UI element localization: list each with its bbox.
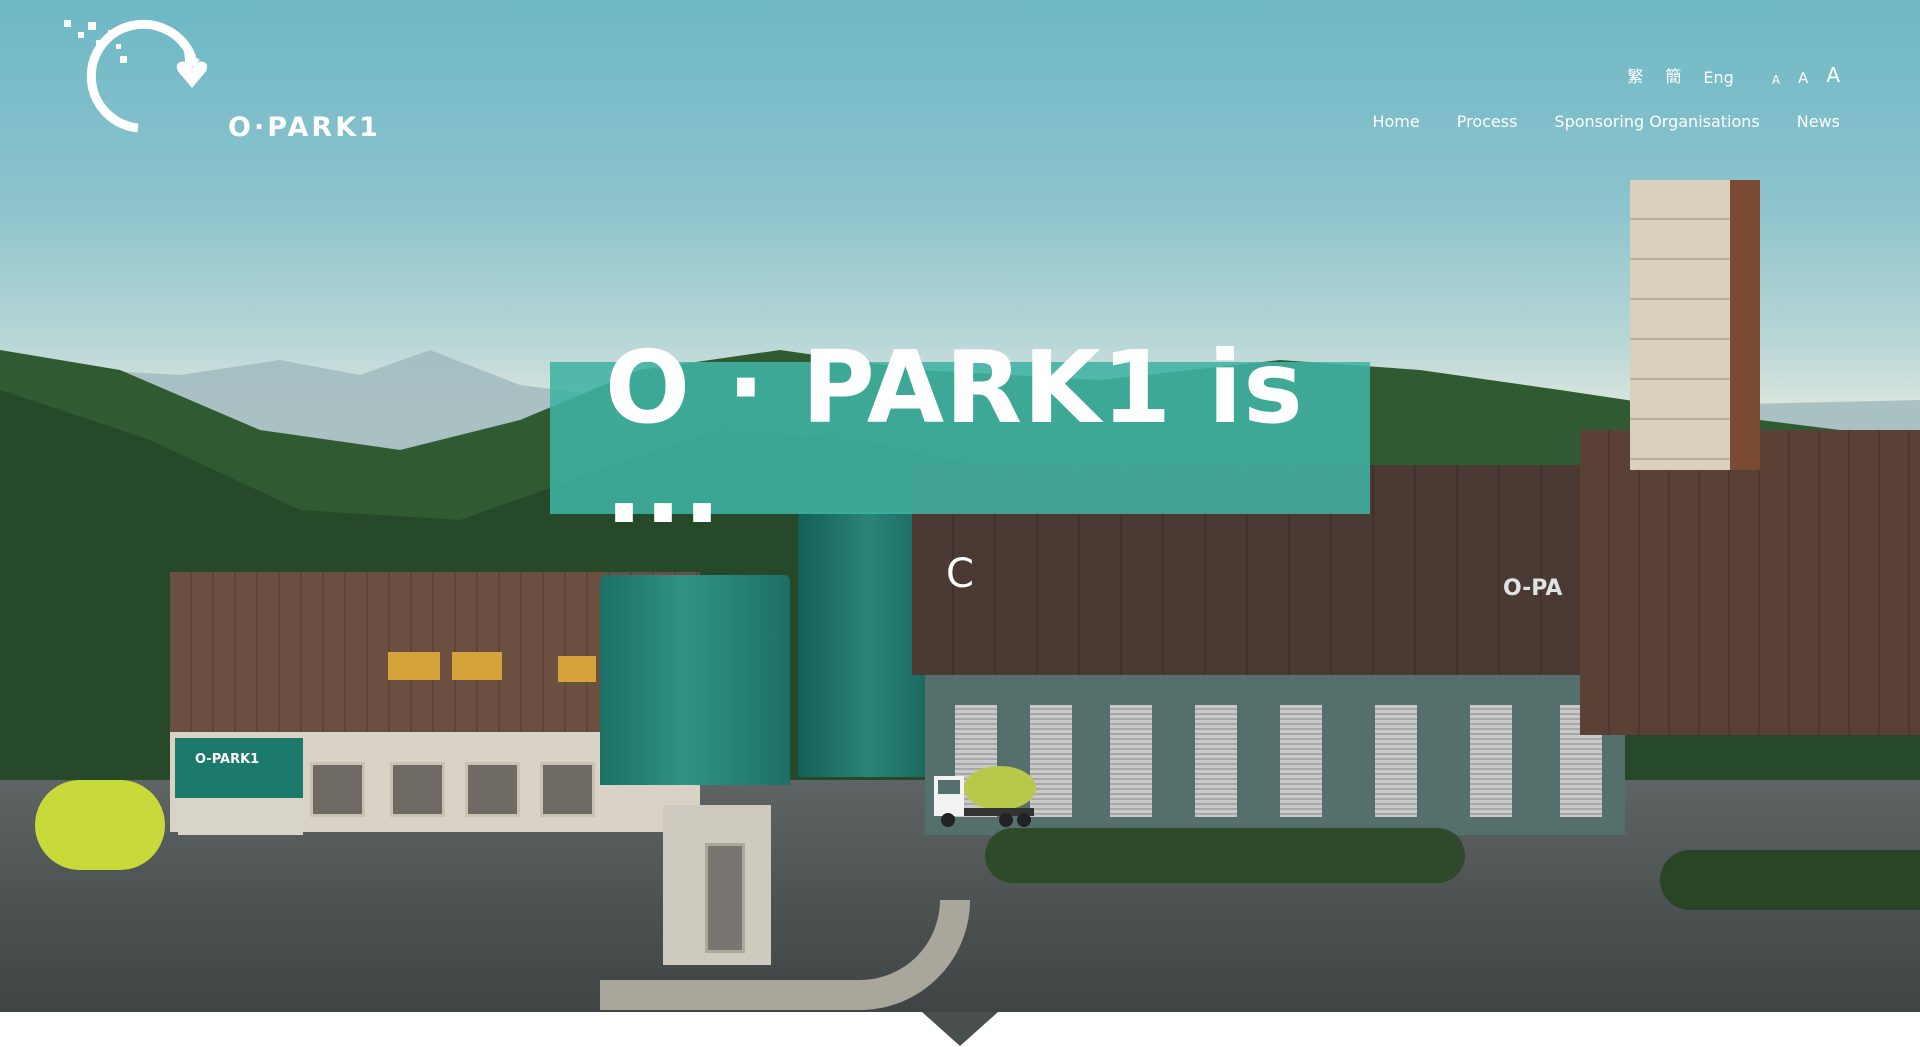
guard-logo: O-PARK1 [195,752,260,767]
logo-text: O·PARK1 [228,112,381,143]
walkway [600,900,970,1010]
door [540,762,595,817]
building-logo: O-PA [1503,576,1563,601]
chevron-down-icon[interactable] [922,1012,998,1046]
shutter-door [1375,705,1417,817]
guard-house-sign: O-PARK1 [175,738,303,798]
lang-simplified-chinese[interactable]: 簡 [1665,63,1681,87]
site-logo[interactable]: O·PARK1 [60,16,378,143]
right-building [1580,430,1920,735]
window [558,656,596,682]
lorry [934,766,1036,827]
lang-english[interactable]: Eng [1703,68,1733,87]
door [390,762,445,817]
booth [663,805,771,965]
nav-home[interactable]: Home [1372,112,1419,131]
shutter-door [1030,705,1072,817]
nav-process[interactable]: Process [1457,112,1518,131]
nav-sponsoring-organisations[interactable]: Sponsoring Organisations [1554,112,1759,131]
shutter-door [1470,705,1512,817]
booth-door [705,843,745,953]
font-size-large-button[interactable]: A [1826,63,1840,87]
window [452,652,502,680]
door [310,762,365,817]
nav-news[interactable]: News [1797,112,1840,131]
tower [1630,180,1760,470]
hedge [1660,850,1920,910]
headline-banner: O · PARK1 is ... [550,338,1370,538]
font-size-controls: A A A [1754,63,1840,87]
main-nav: Home Process Sponsoring Organisations Ne… [1335,112,1840,131]
digester-tank [600,575,790,785]
hedge [985,828,1465,883]
door [465,762,520,817]
lang-traditional-chinese[interactable]: 繁 [1627,63,1643,87]
shutter-door [1110,705,1152,817]
font-size-small-button[interactable]: A [1772,73,1780,87]
shutter-door [1195,705,1237,817]
typed-text: C [946,551,974,597]
utility-bar: 繁 簡 Eng A A A [1605,63,1840,87]
shutter-door [1280,705,1322,817]
headline: O · PARK1 is ... [605,329,1304,546]
window [388,652,440,680]
tanker-truck [35,780,165,870]
font-size-medium-button[interactable]: A [1798,69,1808,87]
